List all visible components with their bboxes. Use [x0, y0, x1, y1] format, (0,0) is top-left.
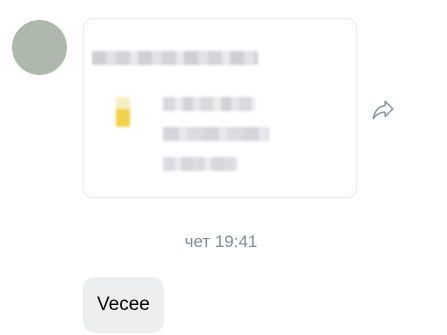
- attachment-title-blurred: [92, 51, 258, 65]
- attachment-line-blurred: [163, 97, 255, 111]
- message-timestamp: чет 19:41: [184, 232, 258, 251]
- message-text: Vecee: [97, 294, 150, 315]
- avatar[interactable]: [12, 20, 67, 75]
- document-icon: [116, 97, 130, 127]
- share-arrow-icon[interactable]: [370, 97, 396, 123]
- message-bubble[interactable]: Vecee: [83, 277, 164, 333]
- attachment-line-blurred: [163, 127, 269, 141]
- attachment-line-blurred: [163, 157, 238, 171]
- attachment-card[interactable]: [83, 18, 357, 198]
